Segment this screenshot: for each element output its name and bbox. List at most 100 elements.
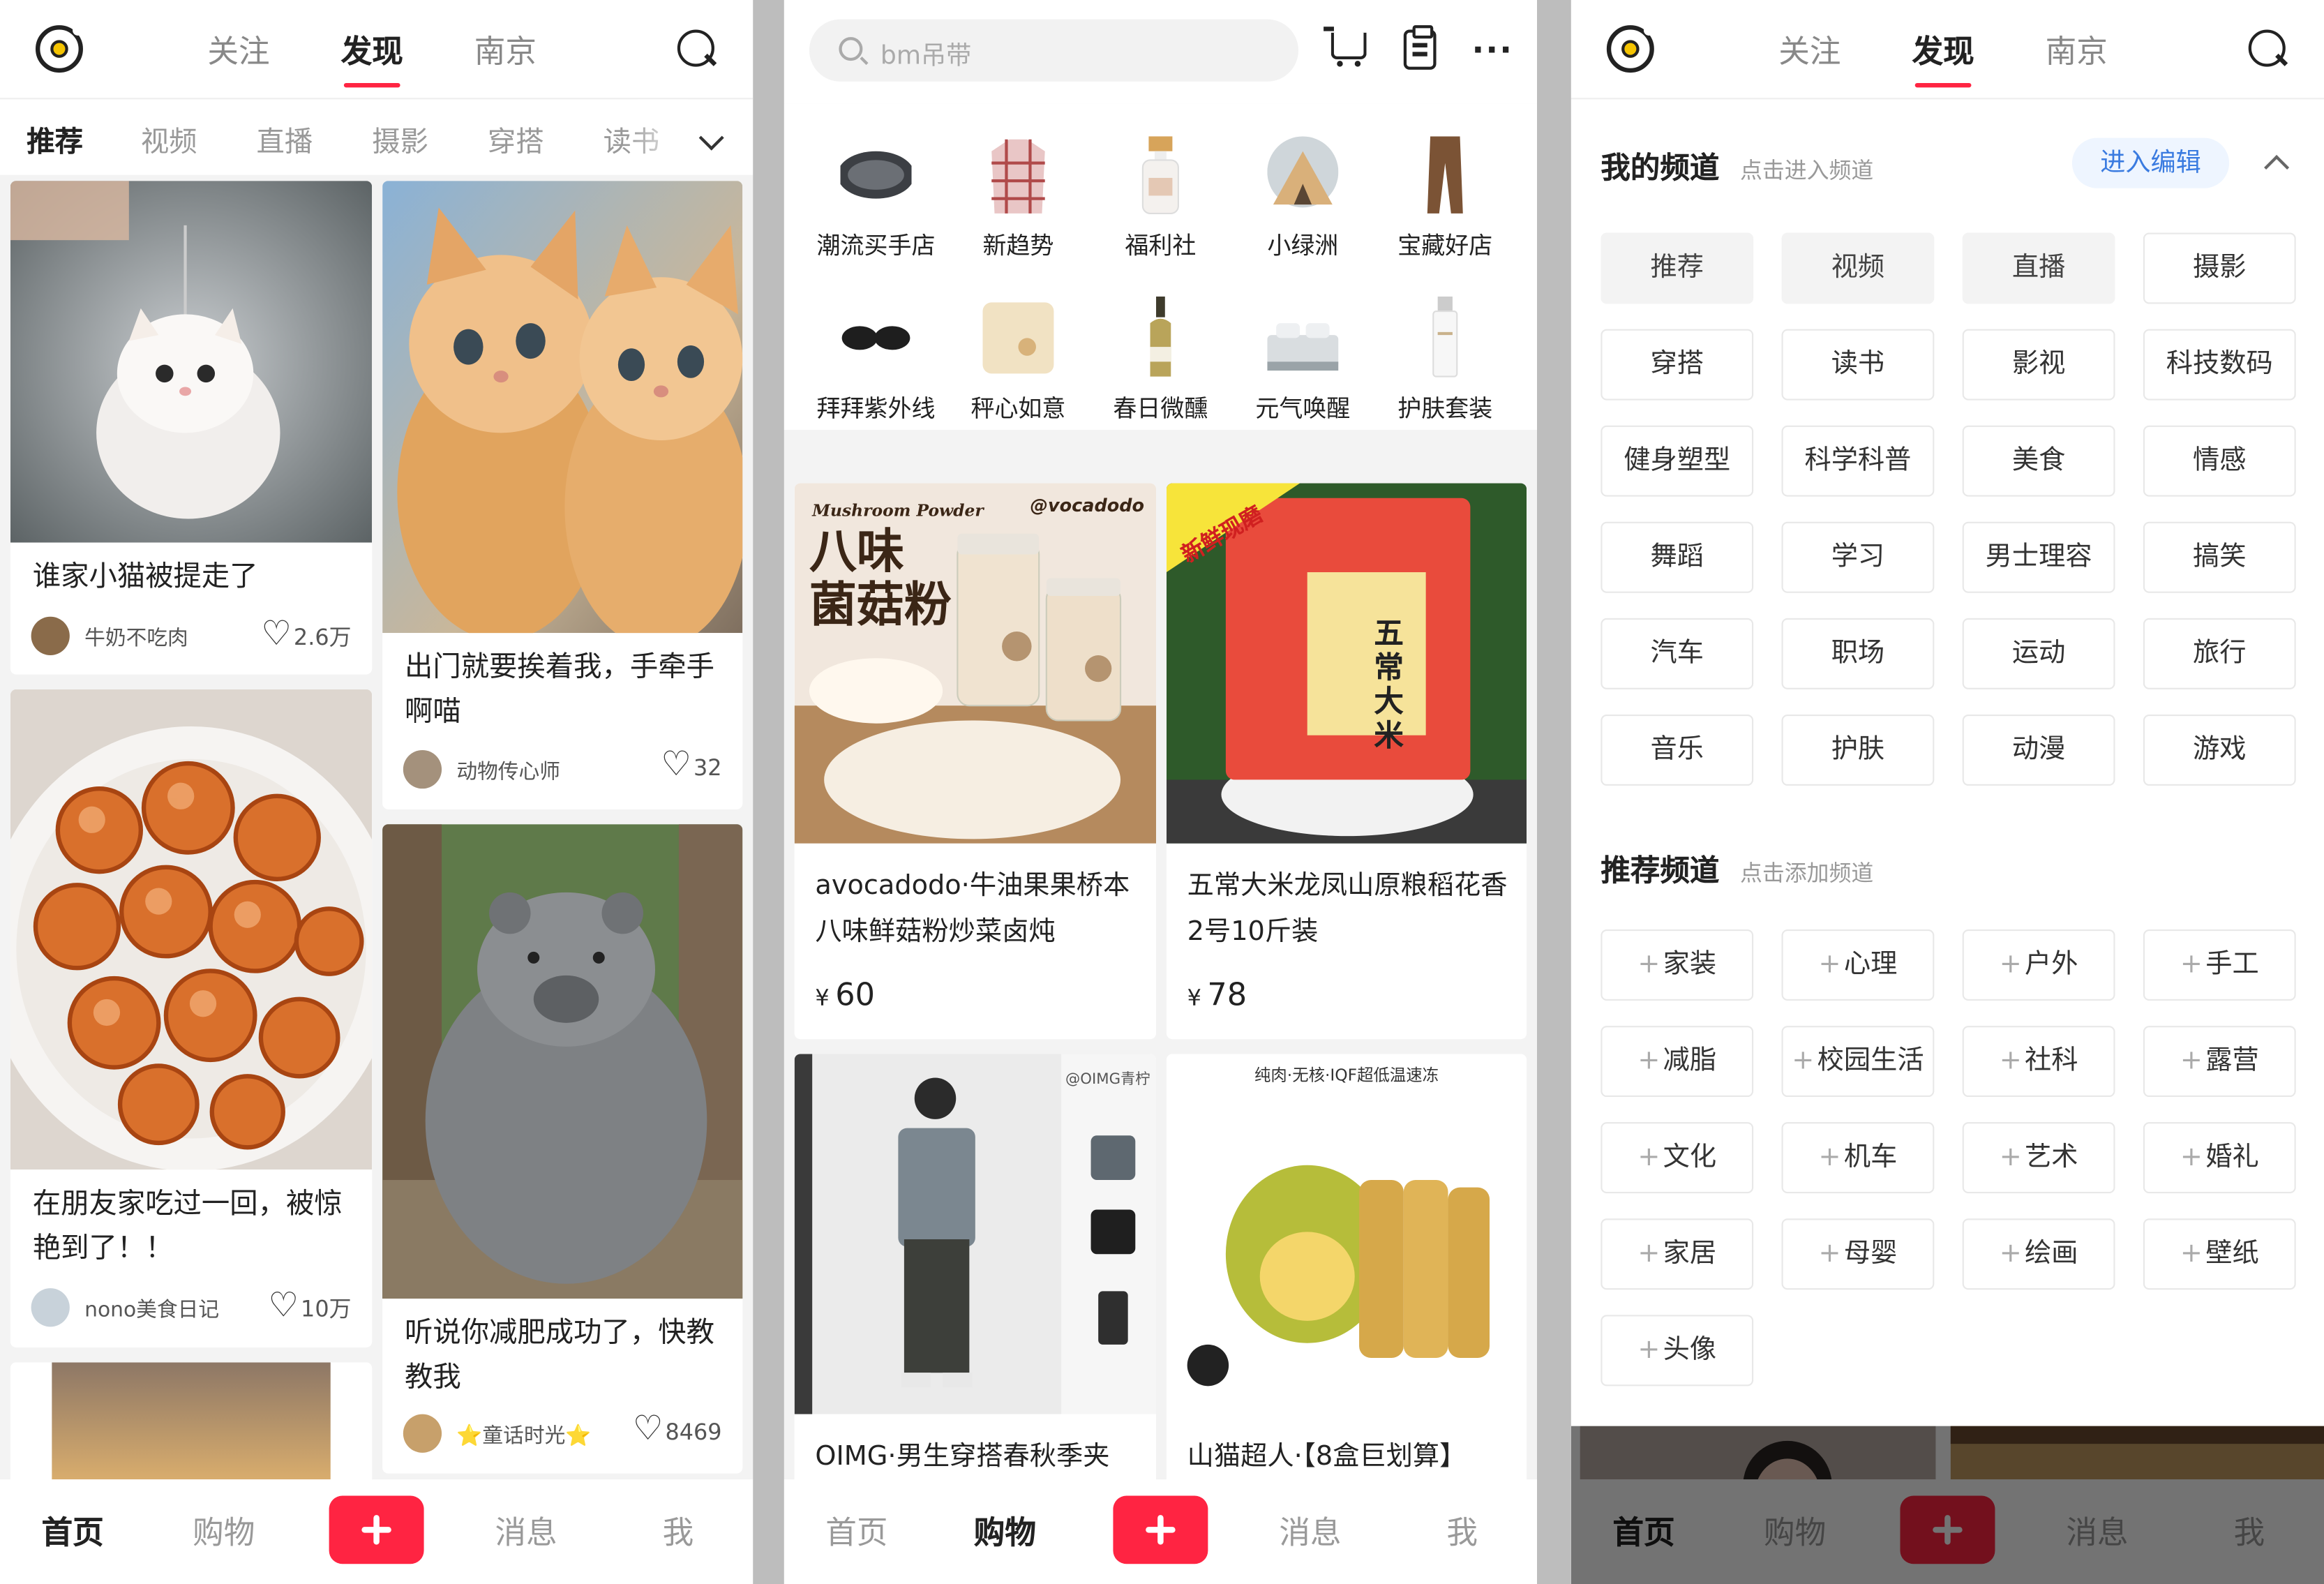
channel-tag[interactable]: 直播 — [1962, 232, 2115, 304]
channel-tag[interactable]: 音乐 — [1600, 714, 1754, 786]
channel-tag[interactable]: 健身塑型 — [1600, 425, 1754, 497]
channel-live[interactable]: 直播 — [257, 120, 313, 160]
like-count[interactable]: 32 — [661, 746, 721, 784]
nav-home[interactable]: 首页 — [41, 1509, 103, 1554]
nav-me[interactable]: 我 — [1446, 1509, 1478, 1554]
channel-tag[interactable]: 职场 — [1781, 618, 1935, 689]
search-input[interactable]: bm吊带 — [809, 19, 1298, 82]
dim-overlay[interactable] — [1570, 1426, 2324, 1584]
tab-discover[interactable]: 发现 — [341, 28, 403, 88]
like-count[interactable]: 8469 — [633, 1410, 722, 1448]
nav-messages[interactable]: 消息 — [1279, 1509, 1341, 1554]
channel-video[interactable]: 视频 — [141, 120, 197, 160]
add-channel-tag[interactable]: + 社科 — [1962, 1026, 2115, 1098]
cart-icon[interactable] — [1324, 27, 1367, 67]
channel-tag[interactable]: 舞蹈 — [1600, 521, 1754, 593]
add-channel-tag[interactable]: + 文化 — [1600, 1122, 1754, 1194]
author-name[interactable]: 动物传心师 — [456, 756, 560, 785]
tab-follow[interactable]: 关注 — [1778, 28, 1841, 73]
add-channel-tag[interactable]: + 艺术 — [1962, 1122, 2115, 1194]
channel-tag[interactable]: 读书 — [1781, 329, 1935, 401]
avatar[interactable] — [31, 1288, 70, 1327]
post-card[interactable]: 出门就要挨着我，手牵手啊喵 动物传心师 32 — [382, 181, 743, 809]
author-name[interactable]: nono美食日记 — [84, 1294, 219, 1324]
heart-icon[interactable] — [661, 746, 691, 784]
search-icon[interactable] — [677, 29, 717, 69]
channel-tag[interactable]: 影视 — [1962, 329, 2115, 401]
add-channel-tag[interactable]: + 心理 — [1781, 929, 1935, 1001]
add-channel-tag[interactable]: + 机车 — [1781, 1122, 1935, 1194]
channel-tag[interactable]: 动漫 — [1962, 714, 2115, 786]
category-item[interactable]: 元气唤醒 — [1231, 282, 1374, 430]
channel-tag[interactable]: 情感 — [2143, 425, 2296, 497]
add-channel-tag[interactable]: + 绘画 — [1962, 1218, 2115, 1290]
channel-tag[interactable]: 学习 — [1781, 521, 1935, 593]
category-item[interactable]: 宝藏好店 — [1374, 119, 1516, 267]
add-channel-tag[interactable]: + 露营 — [2143, 1026, 2296, 1098]
add-channel-tag[interactable]: + 家装 — [1600, 929, 1754, 1001]
product-card[interactable]: 纯肉·无核·IQF超低温速冻 山猫超人·【8盒巨划算】 — [1166, 1054, 1527, 1499]
add-channel-tag[interactable]: + 户外 — [1962, 929, 2115, 1001]
channel-tag[interactable]: 运动 — [1962, 618, 2115, 689]
product-card[interactable]: @OIMG青柠 OIMG·男生穿搭春秋季夹 — [794, 1054, 1157, 1499]
post-card[interactable]: 在朋友家吃过一回，被惊艳到了！！ nono美食日记 10万 — [10, 689, 373, 1348]
post-card[interactable] — [10, 1362, 373, 1480]
add-channel-tag[interactable]: + 家居 — [1600, 1218, 1754, 1290]
channel-photo[interactable]: 摄影 — [372, 120, 428, 160]
add-channel-tag[interactable]: + 婚礼 — [2143, 1122, 2296, 1194]
edit-button[interactable]: 进入编辑 — [2071, 137, 2230, 188]
product-card[interactable]: 八味 菌菇粉 Mushroom Powder @vocadodo avocado… — [794, 483, 1157, 1040]
create-post-button[interactable] — [1113, 1495, 1208, 1564]
nav-shop[interactable]: 购物 — [193, 1509, 255, 1554]
heart-icon[interactable] — [633, 1410, 664, 1448]
channel-tag[interactable]: 搞笑 — [2143, 521, 2296, 593]
channel-tag[interactable]: 科技数码 — [2143, 329, 2296, 401]
category-item[interactable]: 潮流买手店 — [805, 119, 947, 267]
chevron-up-icon[interactable] — [2264, 155, 2290, 181]
channel-tag[interactable]: 美食 — [1962, 425, 2115, 497]
heart-icon[interactable] — [268, 1287, 299, 1325]
tab-city[interactable]: 南京 — [474, 28, 537, 73]
add-channel-tag[interactable]: + 校园生活 — [1781, 1026, 1935, 1098]
channel-tag[interactable]: 旅行 — [2143, 618, 2296, 689]
avatar[interactable] — [403, 1414, 442, 1453]
channel-tag[interactable]: 推荐 — [1600, 232, 1754, 304]
like-count[interactable]: 10万 — [268, 1287, 351, 1325]
post-card[interactable]: 谁家小猫被提走了 牛奶不吃肉 2.6万 — [10, 181, 373, 675]
tab-discover[interactable]: 发现 — [1912, 28, 1974, 88]
channel-outfit[interactable]: 穿搭 — [488, 120, 544, 160]
add-channel-tag[interactable]: + 手工 — [2143, 929, 2296, 1001]
app-logo-icon[interactable] — [35, 25, 83, 73]
channel-tag[interactable]: 穿搭 — [1600, 329, 1754, 401]
channel-tag[interactable]: 男士理容 — [1962, 521, 2115, 593]
avatar[interactable] — [31, 616, 70, 655]
app-logo-icon[interactable] — [1606, 25, 1654, 73]
category-item[interactable]: 新趋势 — [947, 119, 1089, 267]
like-count[interactable]: 2.6万 — [261, 615, 351, 654]
category-item[interactable]: 秤心如意 — [947, 282, 1089, 430]
add-channel-tag[interactable]: + 母婴 — [1781, 1218, 1935, 1290]
category-item[interactable]: 春日微醺 — [1089, 282, 1231, 430]
nav-me[interactable]: 我 — [663, 1509, 694, 1554]
nav-messages[interactable]: 消息 — [495, 1509, 557, 1554]
nav-shop[interactable]: 购物 — [974, 1509, 1036, 1554]
author-name[interactable]: ⭐童话时光⭐ — [456, 1420, 591, 1449]
channel-tag[interactable]: 游戏 — [2143, 714, 2296, 786]
category-item[interactable]: 拜拜紫外线 — [805, 282, 947, 430]
category-item[interactable]: 小绿洲 — [1231, 119, 1374, 267]
channel-recommend[interactable]: 推荐 — [27, 120, 83, 160]
avatar[interactable] — [403, 749, 442, 789]
add-channel-tag[interactable]: + 减脂 — [1600, 1026, 1754, 1098]
tab-follow[interactable]: 关注 — [207, 28, 269, 73]
category-item[interactable]: 福利社 — [1089, 119, 1231, 267]
tab-city[interactable]: 南京 — [2046, 28, 2108, 73]
channel-tag[interactable]: 汽车 — [1600, 618, 1754, 689]
create-post-button[interactable] — [329, 1495, 424, 1564]
author-name[interactable]: 牛奶不吃肉 — [84, 622, 188, 652]
nav-home[interactable]: 首页 — [825, 1509, 887, 1554]
channel-tag[interactable]: 摄影 — [2143, 232, 2296, 304]
post-card[interactable]: 听说你减肥成功了，快教教我 ⭐童话时光⭐ 8469 — [382, 824, 743, 1474]
heart-icon[interactable] — [261, 615, 292, 654]
add-channel-tag[interactable]: + 头像 — [1600, 1315, 1754, 1387]
chevron-down-icon[interactable] — [698, 125, 724, 151]
